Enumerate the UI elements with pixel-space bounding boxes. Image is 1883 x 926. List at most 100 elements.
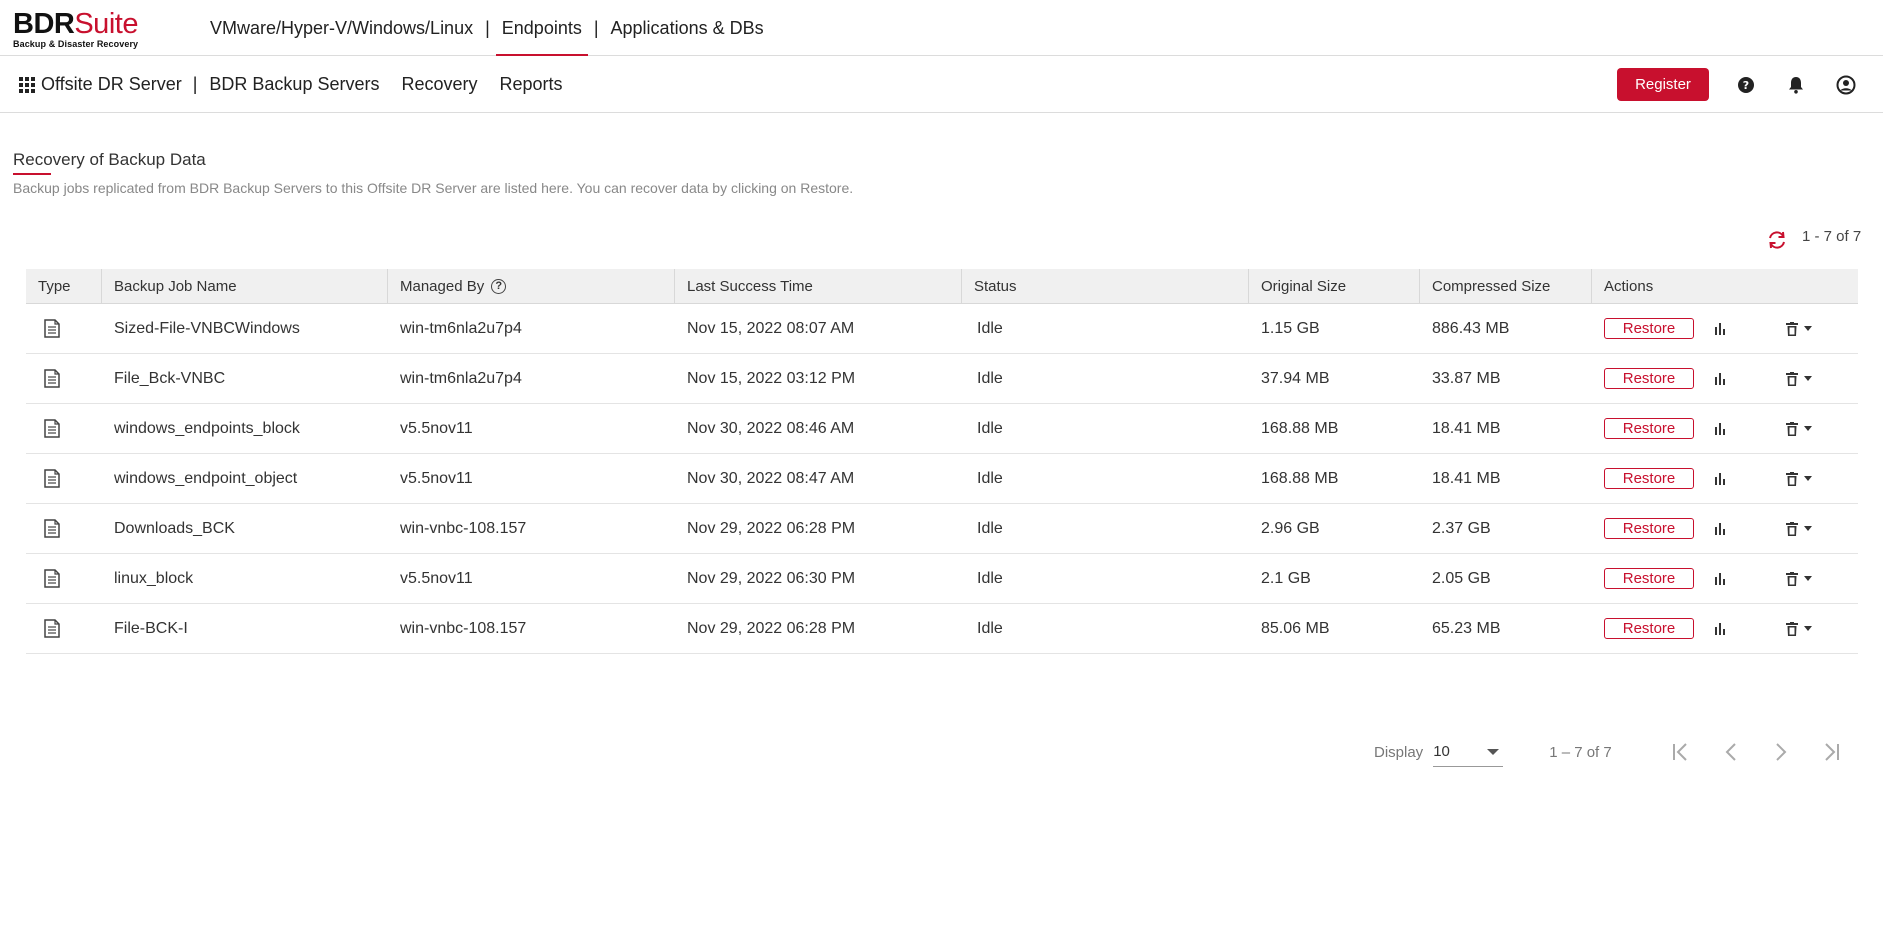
- column-header-compressed-size: Compressed Size: [1420, 269, 1592, 303]
- last-success-time: Nov 29, 2022 06:28 PM: [687, 519, 856, 537]
- status-value: Idle: [977, 369, 1003, 387]
- backup-job-name: windows_endpoints_block: [114, 419, 300, 437]
- report-chart-icon[interactable]: [1714, 522, 1726, 535]
- managed-by-help-icon[interactable]: ?: [491, 278, 507, 294]
- user-account-icon[interactable]: [1833, 72, 1859, 98]
- table-row: windows_endpoints_block v5.5nov11 Nov 30, …: [26, 404, 1858, 454]
- status-value: Idle: [977, 619, 1003, 637]
- report-chart-icon[interactable]: [1714, 372, 1726, 385]
- original-size: 168.88 MB: [1261, 469, 1339, 487]
- chevron-down-icon: [1487, 748, 1500, 755]
- more-actions-caret-icon[interactable]: [1804, 376, 1812, 381]
- last-page-icon: [1825, 743, 1839, 761]
- compressed-size: 33.87 MB: [1432, 369, 1501, 387]
- previous-page-button[interactable]: [1706, 737, 1756, 767]
- secondary-navigation-bar: Offsite DR Server | BDR Backup Servers R…: [0, 56, 1883, 113]
- report-chart-icon[interactable]: [1714, 322, 1726, 335]
- file-backup-type-icon: [26, 404, 102, 454]
- more-actions-caret-icon[interactable]: [1804, 326, 1812, 331]
- bdrsuite-logo[interactable]: BDRSuite Backup & Disaster Recovery: [13, 8, 143, 50]
- offsite-dr-server-link[interactable]: Offsite DR Server: [41, 74, 182, 95]
- table-row: Downloads_BCK win-vnbc-108.157 Nov 29, 202…: [26, 504, 1858, 554]
- row-actions: Restore: [1592, 354, 1858, 404]
- table-body: Sized-File-VNBCWindows win-tm6nla2u7p4 Nov…: [26, 304, 1858, 654]
- tab-vmware-hyperv-windows-linux[interactable]: VMware/Hyper-V/Windows/Linux: [204, 0, 479, 56]
- report-chart-icon[interactable]: [1714, 622, 1726, 635]
- managed-by-value: win-tm6nla2u7p4: [400, 369, 522, 387]
- column-header-managed-by: Managed By?: [388, 269, 675, 303]
- more-actions-caret-icon[interactable]: [1804, 426, 1812, 431]
- help-icon[interactable]: ?: [1733, 72, 1759, 98]
- nav-recovery[interactable]: Recovery: [401, 74, 477, 95]
- compressed-size: 18.41 MB: [1432, 419, 1501, 437]
- file-backup-type-icon: [26, 454, 102, 504]
- refresh-icon[interactable]: [1766, 229, 1788, 251]
- backup-job-name: linux_block: [114, 569, 194, 587]
- report-chart-icon[interactable]: [1714, 472, 1726, 485]
- next-page-button[interactable]: [1756, 737, 1806, 767]
- nav-bdr-backup-servers[interactable]: BDR Backup Servers: [209, 74, 379, 95]
- page-range: 1 – 7 of 7: [1549, 743, 1612, 761]
- tab-label: VMware/Hyper-V/Windows/Linux: [210, 17, 474, 38]
- table-row: Sized-File-VNBCWindows win-tm6nla2u7p4 Nov…: [26, 304, 1858, 354]
- display-label: Display: [1374, 743, 1424, 761]
- chevron-left-icon: [1725, 743, 1736, 761]
- row-actions: Restore: [1592, 504, 1858, 554]
- backup-job-name: File-BCK-I: [114, 619, 188, 637]
- register-button[interactable]: Register: [1617, 68, 1709, 101]
- managed-by-value: v5.5nov11: [400, 569, 473, 587]
- delete-icon[interactable]: [1786, 321, 1798, 336]
- bell-icon[interactable]: [1783, 72, 1809, 98]
- table-row: File-BCK-I win-vnbc-108.157 Nov 29, 2022 0…: [26, 604, 1858, 654]
- last-page-button[interactable]: [1806, 737, 1856, 767]
- restore-button[interactable]: Restore: [1604, 418, 1694, 439]
- delete-icon[interactable]: [1786, 371, 1798, 386]
- more-actions-caret-icon[interactable]: [1804, 526, 1812, 531]
- status-value: Idle: [977, 419, 1003, 437]
- backup-jobs-table: Type Backup Job Name Managed By? Last Su…: [26, 269, 1858, 654]
- restore-button[interactable]: Restore: [1604, 368, 1694, 389]
- column-header-backup-job-name: Backup Job Name: [102, 269, 388, 303]
- file-backup-type-icon: [26, 604, 102, 654]
- delete-icon[interactable]: [1786, 471, 1798, 486]
- column-header-last-success-time: Last Success Time: [675, 269, 962, 303]
- chevron-right-icon: [1776, 743, 1787, 761]
- more-actions-caret-icon[interactable]: [1804, 576, 1812, 581]
- compressed-size: 18.41 MB: [1432, 469, 1501, 487]
- page-title: Recovery of Backup Data: [13, 150, 206, 169]
- more-actions-caret-icon[interactable]: [1804, 626, 1812, 631]
- compressed-size: 2.37 GB: [1432, 519, 1491, 537]
- restore-button[interactable]: Restore: [1604, 468, 1694, 489]
- secondary-nav: Offsite DR Server | BDR Backup Servers R…: [19, 56, 585, 113]
- restore-button[interactable]: Restore: [1604, 568, 1694, 589]
- delete-icon[interactable]: [1786, 421, 1798, 436]
- apps-grid-icon[interactable]: [19, 76, 35, 93]
- first-page-button[interactable]: [1656, 737, 1706, 767]
- restore-button[interactable]: Restore: [1604, 318, 1694, 339]
- report-chart-icon[interactable]: [1714, 572, 1726, 585]
- header-actions: Register ?: [1617, 56, 1883, 113]
- tab-applications-dbs[interactable]: Applications & DBs: [605, 0, 770, 56]
- delete-icon[interactable]: [1786, 521, 1798, 536]
- original-size: 168.88 MB: [1261, 419, 1339, 437]
- report-chart-icon[interactable]: [1714, 422, 1726, 435]
- top-navigation-bar: BDRSuite Backup & Disaster Recovery VMwa…: [0, 0, 1883, 56]
- delete-icon[interactable]: [1786, 621, 1798, 636]
- restore-button[interactable]: Restore: [1604, 618, 1694, 639]
- tab-endpoints[interactable]: Endpoints: [495, 0, 588, 56]
- page-size-select[interactable]: 10: [1433, 737, 1504, 767]
- delete-icon[interactable]: [1786, 571, 1798, 586]
- restore-button[interactable]: Restore: [1604, 518, 1694, 539]
- last-success-time: Nov 29, 2022 06:28 PM: [687, 619, 856, 637]
- file-backup-type-icon: [26, 504, 102, 554]
- nav-reports[interactable]: Reports: [500, 74, 563, 95]
- file-backup-type-icon: [26, 554, 102, 604]
- managed-by-value: win-vnbc-108.157: [400, 619, 527, 637]
- logo-wordmark: BDRSuite: [13, 8, 138, 40]
- last-success-time: Nov 15, 2022 08:07 AM: [687, 319, 855, 337]
- first-page-icon: [1672, 743, 1687, 761]
- table-header: Type Backup Job Name Managed By? Last Su…: [26, 269, 1858, 304]
- more-actions-caret-icon[interactable]: [1804, 476, 1812, 481]
- product-tabs: VMware/Hyper-V/Windows/Linux | Endpoints…: [204, 0, 770, 56]
- column-header-type: Type: [26, 269, 102, 303]
